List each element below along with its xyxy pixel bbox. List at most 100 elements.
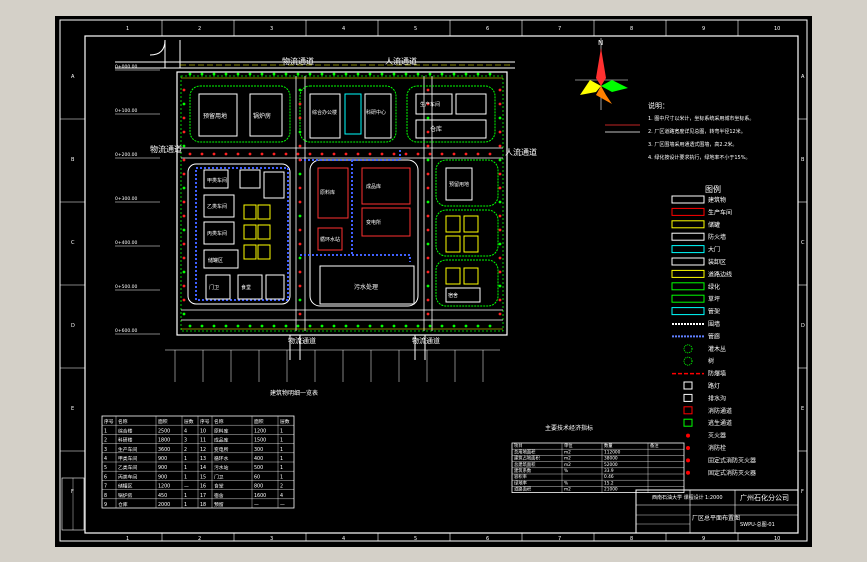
table-cell: 2000 [158,502,170,508]
tree-marker [368,324,372,328]
table-cell: 1800 [158,438,170,444]
grid-row-label-right: B [801,157,805,163]
grid-row-label-right: C [801,240,805,246]
grid-row-label-left: A [71,74,75,80]
tree-marker [298,284,302,288]
table-cell: 4 [280,493,283,499]
road-label-east: 人流通道 [505,147,537,157]
tree-marker [488,152,492,156]
tree-marker [298,228,302,232]
road-label-west: 物流通道 [150,144,182,154]
road-label-south-right: 物流通道 [412,336,440,345]
legend-item-label: 绿化 [708,283,720,291]
tree-marker [416,152,420,156]
tree-marker [298,102,302,106]
tree-marker [308,324,312,328]
tree-marker [426,298,430,302]
tree-marker [368,72,372,76]
legend-item-label: 逃生通道 [708,419,732,427]
tree-marker [476,324,480,328]
table-cell: 2500 [158,428,170,434]
table-cell: 33.9 [604,468,614,474]
tree-marker [498,200,502,204]
table-cell: 科研楼 [118,437,133,444]
table-cell: 1 [104,428,107,434]
title-scale: 1:2000 [705,495,723,501]
table-cell: 绿地率 [514,479,528,486]
table-cell: 总建筑面积 [514,461,536,468]
elevation-label: 0+000.00 [115,64,138,70]
building-label: 宿舍 [448,292,458,299]
table-cell: 11 [200,438,206,444]
tree-marker [182,186,186,190]
tree-marker [298,116,302,120]
table-cell: 6 [104,474,107,480]
building-label: 乙类车间 [207,203,227,210]
grid-col-label-bottom: 8 [630,536,633,542]
tree-marker [426,186,430,190]
building-label: 锅炉房 [253,112,271,120]
tree-marker [498,256,502,260]
tree-marker [272,152,276,156]
legend-item-label: 灌木丛 [708,345,726,353]
elevation-label: 0+400.00 [115,240,138,246]
elevation-label: 0+500.00 [115,284,138,290]
table-cell: 综合楼 [118,427,133,434]
table-cell: 1 [280,447,283,453]
table-cell: 原料库 [214,427,229,434]
table-cell: 15 [200,474,206,480]
tree-marker [498,214,502,218]
table-header-cell: 序号 [200,418,210,425]
table-cell: 建筑系数 [514,467,532,474]
table-header-cell: 名称 [214,418,224,425]
table-cell: 门卫 [214,473,224,480]
table-header-cell: 数量 [604,442,613,449]
table-cell: 变电所 [214,446,229,453]
tree-marker [426,158,430,162]
building-schedule-table: 序号 名称 面积 层数 序号 名称 面积 层数1 综合楼 2500 4 10 原料库 1200 12 科研楼 1… [101,415,295,509]
table-cell: 4 [104,456,107,462]
grid-col-label-bottom: 7 [558,536,561,542]
tree-marker [476,152,480,156]
legend-item-label: 防爆墙 [708,370,726,378]
grid-row-label-right: E [801,406,804,412]
tree-marker [260,152,264,156]
grid-row-label-right: D [801,323,805,329]
table-cell: 16 [200,484,206,490]
table-cell: 900 [158,465,167,471]
tree-marker [236,72,240,76]
building-label: 变电所 [366,219,381,226]
tree-marker [212,152,216,156]
tree-marker [212,72,216,76]
grid-col-label-bottom: 9 [702,536,705,542]
table-cell: 10 [200,428,206,434]
tree-marker [498,172,502,176]
tree-marker [498,270,502,274]
tree-marker [344,152,348,156]
tree-marker [298,214,302,218]
note-line: 2. 厂区道路宽度详见总图，转弯半径12米。 [648,128,746,135]
tree-marker [182,130,186,134]
tree-marker [498,242,502,246]
grid-col-label-bottom: 4 [342,536,345,542]
table-header-cell: 备注 [650,442,659,449]
drawing-sheet: 1122334455667788991010AABBCCDDEEFF [0,0,867,562]
tree-marker [426,200,430,204]
grid-row-label-left: B [71,157,75,163]
tree-marker [298,88,302,92]
tree-marker [182,298,186,302]
tree-marker [298,186,302,190]
grid-col-label-bottom: 10 [774,536,780,542]
legend-item-label: 建筑物 [708,196,726,204]
elevation-label: 0+600.00 [115,328,138,334]
tree-marker [426,88,430,92]
tree-marker [428,324,432,328]
legend-item-label: 管架 [708,308,720,316]
legend-item-label: 储罐 [708,221,720,229]
grid-col-label-top: 8 [630,26,633,32]
grid-col-label-top: 2 [198,26,201,32]
table-header-cell: 名称 [118,418,128,425]
tree-marker [182,102,186,106]
tree-marker [182,284,186,288]
tree-marker [440,324,444,328]
